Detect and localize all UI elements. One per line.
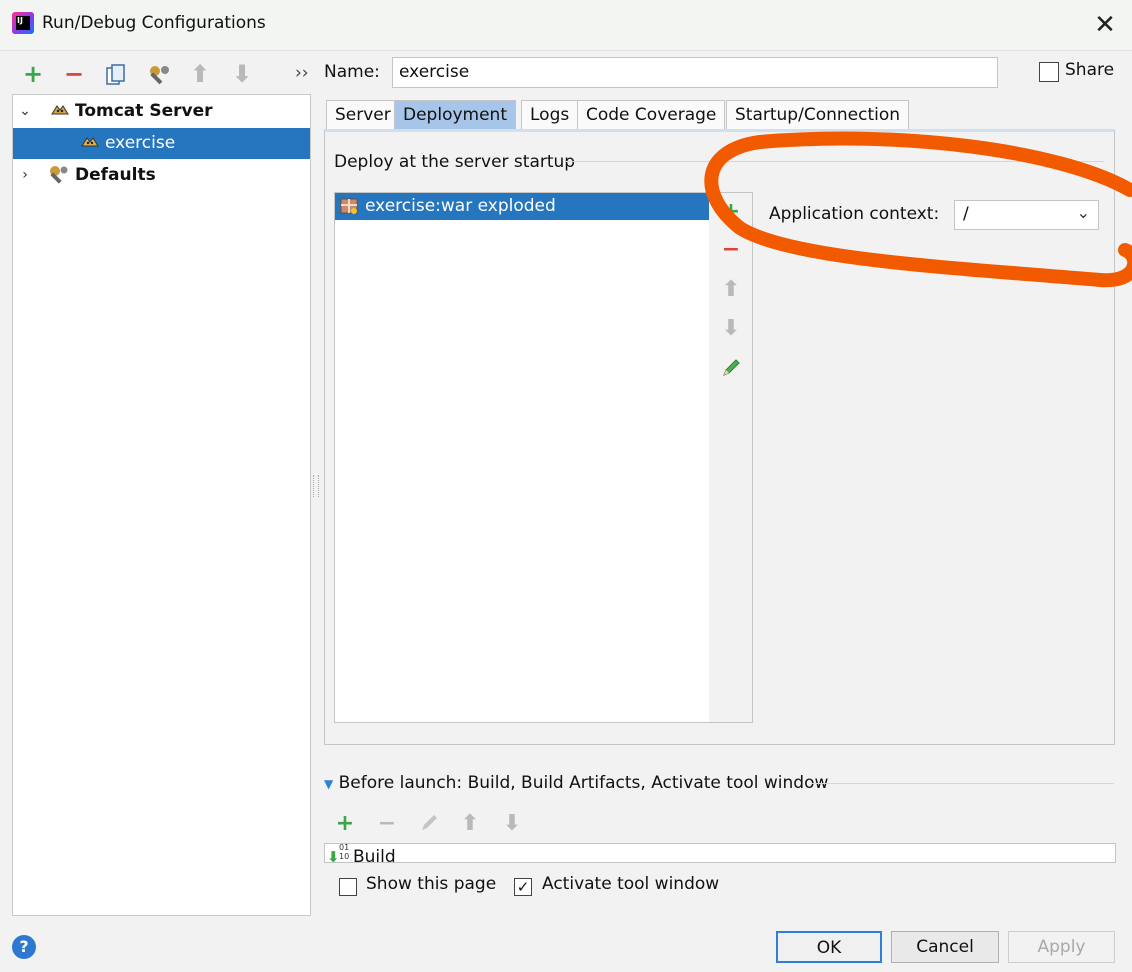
- tree-item-label: Tomcat Server: [75, 101, 213, 121]
- move-down-icon[interactable]: ⬇: [719, 317, 743, 341]
- chevron-down-icon[interactable]: ⌄: [17, 96, 33, 127]
- add-artifact-icon[interactable]: +: [719, 200, 743, 224]
- remove-configuration-icon[interactable]: −: [62, 62, 86, 86]
- app-icon-text: IJ: [16, 16, 30, 30]
- tab-server[interactable]: Server: [326, 100, 400, 129]
- name-input[interactable]: exercise: [392, 57, 998, 88]
- before-launch-label: Before launch: Build, Build Artifacts, A…: [338, 773, 829, 793]
- tree-item-label: Defaults: [75, 165, 156, 185]
- artifact-item[interactable]: exercise:war exploded: [335, 193, 709, 220]
- add-configuration-icon[interactable]: +: [21, 62, 45, 86]
- remove-artifact-icon[interactable]: −: [719, 238, 743, 262]
- deploy-artifact-list[interactable]: exercise:war exploded: [334, 192, 710, 723]
- help-button[interactable]: ?: [12, 935, 36, 959]
- more-icon[interactable]: ››: [295, 63, 309, 83]
- tab-deployment[interactable]: Deployment: [394, 100, 516, 129]
- tree-item-exercise[interactable]: exercise: [13, 128, 310, 159]
- move-task-down-icon[interactable]: ⬇: [500, 812, 524, 836]
- activate-tool-checkbox[interactable]: ✓: [514, 878, 532, 896]
- tomcat-icon: [79, 128, 101, 159]
- move-up-icon[interactable]: ⬆: [719, 278, 743, 302]
- artifact-toolbar: [709, 192, 753, 723]
- edit-defaults-wrench-icon[interactable]: [146, 62, 172, 88]
- chevron-down-icon[interactable]: ⌄: [1077, 203, 1090, 222]
- tomcat-icon: [49, 96, 71, 127]
- move-down-icon[interactable]: ⬇: [230, 62, 254, 86]
- copy-configuration-icon[interactable]: [104, 63, 128, 87]
- show-page-label: Show this page: [366, 874, 497, 894]
- window-title: Run/Debug Configurations: [42, 13, 266, 33]
- intellij-app-icon: IJ: [12, 12, 34, 34]
- task-item-label: Build: [353, 847, 396, 863]
- edit-pencil-icon[interactable]: [720, 357, 742, 379]
- artifact-label: exercise:war exploded: [365, 196, 556, 216]
- remove-task-icon[interactable]: −: [375, 812, 399, 836]
- before-launch-divider: [812, 783, 1114, 784]
- configuration-tree[interactable]: ⌄ Tomcat Server exercise › Defaults: [12, 94, 311, 916]
- tab-logs[interactable]: Logs: [521, 100, 579, 129]
- move-task-up-icon[interactable]: ⬆: [458, 812, 482, 836]
- tab-code-coverage[interactable]: Code Coverage: [577, 100, 726, 129]
- collapse-triangle-icon[interactable]: ▼: [324, 777, 333, 791]
- apply-button[interactable]: Apply: [1008, 931, 1115, 963]
- tree-item-tomcat-server[interactable]: ⌄ Tomcat Server: [13, 96, 310, 127]
- add-task-icon[interactable]: +: [333, 812, 357, 836]
- close-icon[interactable]: ✕: [1090, 10, 1120, 40]
- before-launch-task-list[interactable]: ⬇ 01 10 Build: [324, 843, 1116, 863]
- share-label: Share: [1065, 60, 1115, 80]
- tab-startup-connection[interactable]: Startup/Connection: [726, 100, 910, 129]
- wrench-icon: [47, 160, 71, 191]
- edit-task-pencil-icon[interactable]: [418, 812, 440, 834]
- activate-tool-label: Activate tool window: [542, 874, 720, 894]
- share-checkbox[interactable]: [1039, 62, 1059, 82]
- show-page-checkbox[interactable]: [339, 878, 357, 896]
- splitter-handle[interactable]: [313, 475, 319, 497]
- chevron-right-icon[interactable]: ›: [17, 160, 33, 191]
- tree-item-label: exercise: [105, 133, 176, 153]
- before-launch-header[interactable]: ▼ Before launch: Build, Build Artifacts,…: [324, 773, 828, 793]
- deploy-group-title: Deploy at the server startup: [334, 152, 576, 172]
- binary-icon: 01 10: [339, 843, 350, 861]
- application-context-label: Application context:: [769, 204, 940, 224]
- group-divider: [566, 161, 1104, 162]
- application-context-select[interactable]: / ⌄: [954, 200, 1099, 230]
- artifact-war-icon: [339, 196, 359, 216]
- build-icon: ⬇: [327, 848, 340, 863]
- tree-item-defaults[interactable]: › Defaults: [13, 160, 310, 191]
- name-label: Name:: [324, 62, 380, 82]
- ok-button[interactable]: OK: [776, 931, 882, 963]
- cancel-button[interactable]: Cancel: [891, 931, 999, 963]
- application-context-value: /: [963, 204, 969, 224]
- move-up-icon[interactable]: ⬆: [188, 62, 212, 86]
